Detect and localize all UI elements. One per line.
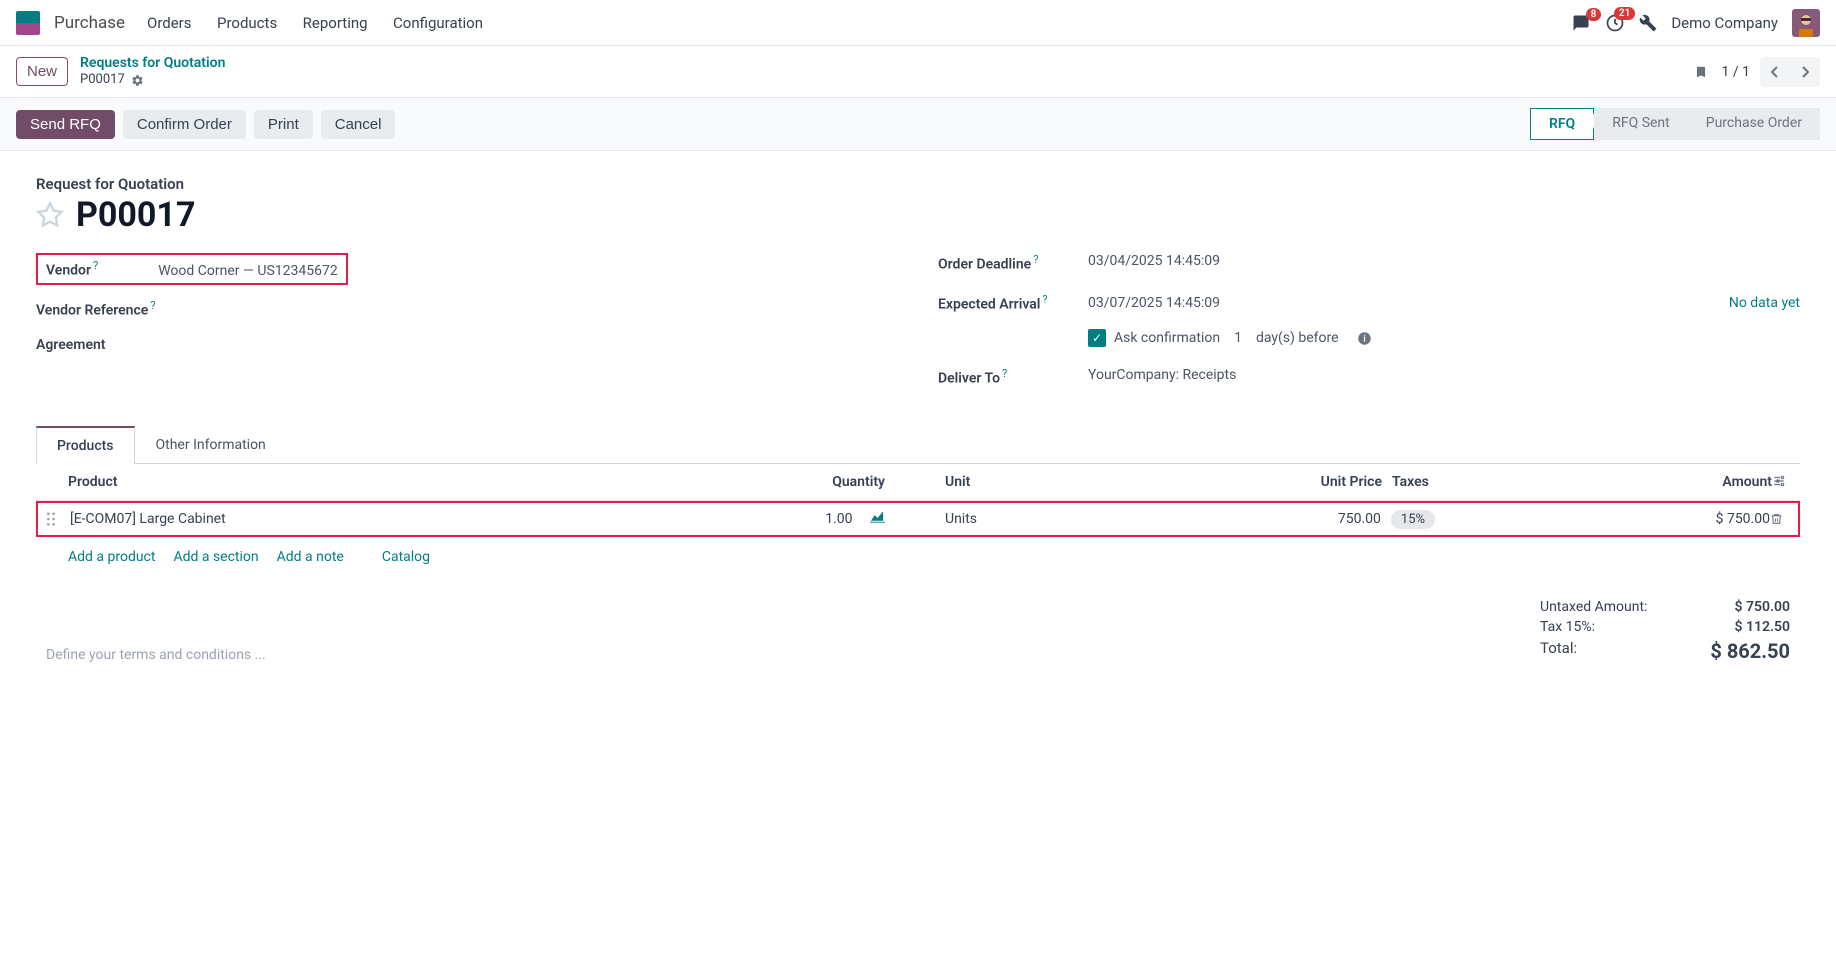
send-rfq-button[interactable]: Send RFQ	[16, 110, 115, 139]
tax-label: Tax 15%:	[1540, 619, 1595, 635]
delete-row-icon[interactable]	[1770, 512, 1790, 526]
untaxed-value: $ 750.00	[1735, 599, 1790, 615]
pager-text: 1 / 1	[1722, 64, 1750, 80]
catalog-link[interactable]: Catalog	[382, 549, 430, 565]
print-button[interactable]: Print	[254, 110, 313, 139]
untaxed-label: Untaxed Amount:	[1540, 599, 1647, 615]
sub-header: New Requests for Quotation P00017 1 / 1	[0, 46, 1836, 98]
expected-value[interactable]: 03/07/2025 14:45:09	[1088, 295, 1729, 311]
agreement-label: Agreement	[36, 337, 186, 353]
deadline-label: Order Deadline?	[938, 253, 1088, 273]
nav-products[interactable]: Products	[217, 14, 277, 32]
user-avatar[interactable]	[1792, 9, 1820, 37]
totals: Untaxed Amount: $ 750.00 Tax 15%: $ 112.…	[1540, 597, 1800, 665]
info-icon[interactable]: i	[1357, 331, 1372, 346]
total-label: Total:	[1540, 639, 1577, 663]
status-purchase-order[interactable]: Purchase Order	[1688, 108, 1820, 140]
gear-icon[interactable]	[131, 74, 144, 87]
th-product: Product	[68, 474, 638, 490]
add-links-row: Add a product Add a section Add a note C…	[36, 537, 1800, 577]
svg-text:i: i	[1363, 334, 1365, 344]
th-quantity: Quantity	[638, 474, 945, 490]
activities-badge: 21	[1614, 7, 1635, 20]
deadline-value[interactable]: 03/04/2025 14:45:09	[1088, 253, 1800, 269]
th-unit-price: Unit Price	[1192, 474, 1382, 490]
bookmark-icon[interactable]	[1694, 63, 1708, 81]
add-note-link[interactable]: Add a note	[277, 549, 344, 565]
activities-icon[interactable]: 21	[1605, 13, 1625, 33]
days-after-label: day(s) before	[1256, 330, 1339, 346]
doc-type-label: Request for Quotation	[36, 175, 1800, 193]
status-bar: RFQ RFQ Sent Purchase Order	[1530, 108, 1820, 140]
status-rfq[interactable]: RFQ	[1530, 108, 1594, 140]
terms-input[interactable]: Define your terms and conditions ...	[36, 627, 1540, 683]
new-button[interactable]: New	[16, 57, 68, 86]
tab-other-info[interactable]: Other Information	[135, 426, 287, 464]
messages-icon[interactable]: 8	[1571, 14, 1591, 32]
days-value[interactable]: 1	[1234, 330, 1242, 346]
nav-orders[interactable]: Orders	[147, 14, 192, 32]
ask-confirmation-label: Ask confirmation	[1114, 330, 1220, 346]
cell-product[interactable]: [E-COM07] Large Cabinet	[70, 511, 639, 527]
deliver-to-value[interactable]: YourCompany: Receipts	[1088, 367, 1800, 383]
confirm-order-button[interactable]: Confirm Order	[123, 110, 246, 139]
products-table: Product Quantity Unit Unit Price Taxes A…	[36, 464, 1800, 577]
table-header: Product Quantity Unit Unit Price Taxes A…	[36, 464, 1800, 501]
top-nav: Orders Products Reporting Configuration	[147, 14, 505, 32]
breadcrumb-parent[interactable]: Requests for Quotation	[80, 55, 225, 71]
breadcrumb-current: P00017	[80, 72, 125, 89]
status-rfq-sent[interactable]: RFQ Sent	[1594, 108, 1688, 140]
th-taxes: Taxes	[1382, 474, 1582, 490]
app-name[interactable]: Purchase	[54, 13, 125, 33]
nav-reporting[interactable]: Reporting	[303, 14, 368, 32]
cell-price[interactable]: 750.00	[1191, 511, 1381, 527]
forecast-chart-icon[interactable]	[870, 511, 885, 527]
expected-label: Expected Arrival?	[938, 293, 1088, 313]
messages-badge: 8	[1586, 8, 1602, 21]
table-row-highlight[interactable]: [E-COM07] Large Cabinet 1.00 Units 750.0…	[36, 501, 1800, 537]
top-bar: Purchase Orders Products Reporting Confi…	[0, 0, 1836, 46]
add-product-link[interactable]: Add a product	[68, 549, 155, 565]
action-bar: Send RFQ Confirm Order Print Cancel RFQ …	[0, 98, 1836, 151]
pager: 1 / 1	[1722, 57, 1820, 87]
vendor-field-highlight: Vendor? Wood Corner — US12345672	[36, 253, 348, 285]
ask-confirmation-checkbox[interactable]: ✓	[1088, 329, 1106, 347]
th-amount: Amount	[1582, 474, 1772, 490]
tools-icon[interactable]	[1639, 14, 1657, 32]
form-content: Request for Quotation P00017 Vendor? Woo…	[0, 151, 1836, 707]
nav-configuration[interactable]: Configuration	[393, 14, 483, 32]
pager-prev[interactable]	[1760, 57, 1790, 87]
th-unit: Unit	[945, 474, 1192, 490]
total-value: $ 862.50	[1710, 639, 1790, 663]
company-name[interactable]: Demo Company	[1671, 14, 1778, 32]
tab-products[interactable]: Products	[36, 426, 135, 464]
cell-tax[interactable]: 15%	[1381, 511, 1581, 527]
doc-number: P00017	[76, 195, 195, 235]
app-logo[interactable]	[16, 11, 40, 35]
vendor-label: Vendor?	[46, 259, 98, 279]
cell-qty[interactable]: 1.00	[639, 511, 945, 527]
cell-amount: $ 750.00	[1580, 511, 1770, 527]
tax-value: $ 112.50	[1735, 619, 1790, 635]
deliver-to-label: Deliver To?	[938, 367, 1088, 387]
favorite-star-icon[interactable]	[36, 201, 64, 229]
add-section-link[interactable]: Add a section	[173, 549, 258, 565]
pager-next[interactable]	[1790, 57, 1820, 87]
drag-handle-icon[interactable]	[46, 512, 70, 526]
cancel-button[interactable]: Cancel	[321, 110, 396, 139]
vendor-ref-label: Vendor Reference?	[36, 299, 186, 319]
vendor-value[interactable]: Wood Corner — US12345672	[158, 263, 338, 279]
no-data-link[interactable]: No data yet	[1729, 295, 1800, 311]
tabs: Products Other Information	[36, 425, 1800, 464]
cell-unit[interactable]: Units	[945, 511, 1191, 527]
columns-settings-icon[interactable]	[1772, 474, 1792, 490]
breadcrumb: Requests for Quotation P00017	[80, 54, 225, 89]
